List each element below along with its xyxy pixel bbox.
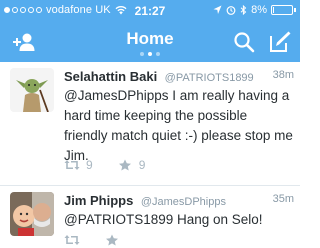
star-icon — [106, 234, 118, 246]
tweet[interactable]: Selahattin Baki @PATRIOTS1899 38m @James… — [0, 62, 300, 186]
star-icon — [118, 159, 131, 171]
tweet-actions: 9 9 — [64, 158, 294, 172]
retweet-count: 9 — [86, 158, 93, 172]
battery-icon — [271, 5, 293, 15]
nav-bar: Home — [0, 22, 300, 62]
location-arrow-icon — [213, 5, 222, 14]
status-bar: vodafone UK 21:27 8% — [0, 0, 300, 22]
retweet-button[interactable] — [64, 234, 80, 246]
avatar[interactable] — [10, 68, 54, 112]
search-icon[interactable] — [232, 30, 256, 54]
alarm-clock-icon — [226, 6, 236, 15]
tweet-text: @PATRIOTS1899 Hang on Selo! — [64, 212, 263, 227]
twitter-home-screen: vodafone UK 21:27 8% Home Selahattin Bak… — [0, 0, 300, 248]
tweet[interactable]: Jim Phipps @JamesDPhipps 35m @PATRIOTS18… — [0, 186, 300, 248]
tweet-actions — [64, 234, 294, 246]
favorite-count: 9 — [138, 158, 146, 172]
retweet-button[interactable]: 9 — [64, 158, 93, 172]
bluetooth-icon — [240, 5, 247, 15]
avatar[interactable] — [10, 192, 54, 236]
tweet-timestamp: 35m — [272, 193, 294, 205]
compose-tweet-icon[interactable] — [268, 30, 292, 54]
author-name[interactable]: Jim Phipps — [64, 193, 133, 208]
tweet-timestamp: 38m — [272, 69, 294, 81]
favorite-button[interactable]: 9 — [117, 158, 146, 172]
tweet-text: @JamesDPhipps I am really having a hard … — [64, 88, 293, 163]
page-dot — [140, 52, 144, 56]
retweet-icon — [64, 160, 80, 170]
author-handle[interactable]: @PATRIOTS1899 — [165, 72, 254, 84]
favorite-button[interactable] — [104, 234, 120, 246]
page-dot — [156, 52, 160, 56]
author-handle[interactable]: @JamesDPhipps — [141, 196, 226, 208]
author-name[interactable]: Selahattin Baki — [64, 69, 157, 84]
profile-photo-icon — [10, 192, 54, 236]
retweet-icon — [64, 235, 80, 245]
yoda-avatar-icon — [10, 68, 54, 112]
page-dot — [148, 52, 152, 56]
battery-percentage: 8% — [251, 4, 267, 16]
